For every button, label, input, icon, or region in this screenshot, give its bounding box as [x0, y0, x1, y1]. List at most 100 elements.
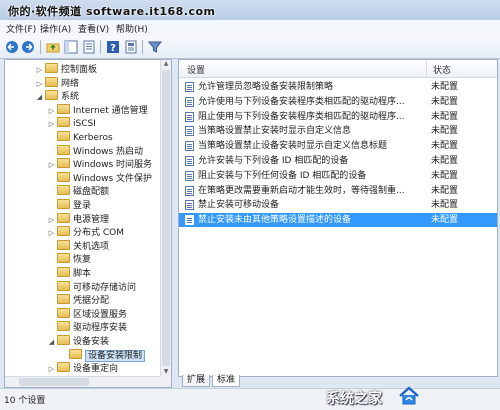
hscroll-thumb[interactable]: [19, 378, 89, 386]
menu-view[interactable]: 查看(V): [78, 22, 109, 35]
folder-up-icon[interactable]: [46, 40, 60, 54]
list-item[interactable]: 禁止安装未由其他策略设置描述的设备 未配置: [179, 213, 497, 228]
tree-item[interactable]: Windows 文件保护: [47, 171, 152, 185]
expanded-arrow-icon[interactable]: ◢: [35, 91, 44, 104]
tree-item[interactable]: ◢ 系统: [35, 90, 79, 103]
tree-item[interactable]: 脚本: [47, 267, 91, 280]
tree-item[interactable]: 驱动程序安装: [47, 321, 127, 334]
collapsed-arrow-icon[interactable]: ▷: [47, 159, 56, 172]
forward-icon[interactable]: [21, 40, 35, 54]
tree-item-label: Kerberos: [73, 133, 113, 143]
properties-icon[interactable]: [124, 40, 138, 54]
list-header: 设置 状态: [179, 60, 497, 78]
tree-horizontal-scrollbar[interactable]: [5, 376, 161, 387]
folder-icon: [57, 307, 70, 318]
tree-item[interactable]: ▷ iSCSI: [47, 117, 96, 130]
svg-text:?: ?: [110, 43, 116, 54]
collapsed-arrow-icon[interactable]: ▷: [47, 363, 56, 376]
tree-item[interactable]: ▷ 分布式 COM: [47, 226, 124, 239]
collapsed-arrow-icon[interactable]: ▷: [35, 78, 44, 91]
policy-state: 未配置: [431, 141, 459, 152]
list-item[interactable]: 当策略设置禁止安装时显示自定义信息 未配置: [179, 124, 497, 138]
tree-item-label: 登录: [73, 201, 92, 211]
tree-item[interactable]: 登录: [47, 199, 91, 212]
list-item[interactable]: 允许管理员忽略设备安装限制策略 未配置: [179, 80, 497, 94]
tree-item[interactable]: 区域设置服务: [47, 307, 127, 321]
tree-item[interactable]: 磁盘配额: [47, 185, 109, 198]
tree-item[interactable]: ◢ 设备安装: [47, 335, 109, 348]
menu-help[interactable]: 帮助(H): [116, 22, 148, 35]
column-header-state[interactable]: 状态: [433, 63, 451, 76]
back-icon[interactable]: [5, 40, 19, 54]
tree-item[interactable]: ▷ 设备重定向: [47, 362, 118, 375]
folder-icon: [57, 253, 70, 264]
tree-item[interactable]: Kerberos: [47, 131, 113, 144]
show-tree-icon[interactable]: [64, 40, 78, 54]
folder-icon: [45, 90, 58, 101]
list-item[interactable]: 禁止安装可移动设备 未配置: [179, 198, 497, 212]
collapsed-arrow-icon[interactable]: ▷: [47, 105, 56, 118]
list-item[interactable]: 当策略设置禁止设备安装时显示自定义信息标题 未配置: [179, 139, 497, 153]
tree-item[interactable]: 关机选项: [47, 239, 109, 253]
status-text: 10 个设置: [4, 396, 46, 406]
tree-item-label: Windows 热启动: [73, 146, 144, 157]
list-item[interactable]: 在策略更改需要重新启动才能生效时，等待强制重... 未配置: [179, 184, 497, 198]
help-icon[interactable]: ?: [106, 40, 120, 54]
title-bar: 你的·软件频道 software.it168.com: [0, 0, 500, 20]
folder-icon: [69, 348, 82, 359]
tree-item-label: 恢复: [73, 255, 92, 266]
folder-icon: [57, 362, 70, 373]
tree-item[interactable]: ▷ Windows 时间服务: [47, 158, 152, 171]
scroll-up-icon[interactable]: ▲: [161, 60, 171, 69]
tree-item[interactable]: Windows 热启动: [47, 144, 144, 158]
list-item[interactable]: 阻止安装与下列任何设备 ID 相匹配的设备 未配置: [179, 169, 497, 183]
tree-item-label: iSCSI: [73, 119, 96, 130]
scroll-thumb[interactable]: [162, 70, 170, 366]
collapsed-arrow-icon[interactable]: ▷: [47, 118, 56, 131]
tab-standard[interactable]: 标准: [212, 375, 241, 387]
collapsed-arrow-icon[interactable]: ▷: [47, 227, 56, 240]
filter-icon[interactable]: [148, 40, 162, 54]
list-item[interactable]: 阻止使用与下列设备安装程序类相匹配的驱动程序... 未配置: [179, 110, 497, 124]
folder-icon: [57, 267, 70, 277]
menu-action[interactable]: 操作(A): [40, 22, 71, 35]
tree-item[interactable]: ▷ 网络: [35, 76, 79, 91]
policy-name: 当策略设置禁止设备安装时显示自定义信息标题: [198, 141, 388, 152]
tree-item[interactable]: 恢复: [47, 253, 91, 266]
folder-icon: [57, 185, 70, 196]
navigation-tree[interactable]: ▷ 控制面板 ▷ 网络 ◢ 系统 ▷ Internet 通信管理 ▷ iSCSI Kerberos W…: [4, 59, 172, 388]
policy-state: 未配置: [431, 126, 459, 137]
export-icon[interactable]: [82, 40, 96, 54]
tree-item-label: 电源管理: [73, 214, 110, 225]
settings-list[interactable]: 设置 状态 允许管理员忽略设备安装限制策略 未配置 允许使用与下列设备安装程序类相匹…: [178, 59, 498, 377]
tree-item[interactable]: 可移动存储访问: [47, 280, 136, 294]
policy-state: 未配置: [431, 111, 459, 122]
policy-state: 未配置: [431, 82, 459, 92]
collapsed-arrow-icon[interactable]: ▷: [47, 214, 56, 227]
folder-icon: [57, 280, 70, 291]
folder-icon: [45, 76, 58, 87]
tree-item[interactable]: 设备安装限制: [59, 348, 146, 362]
tree-vertical-scrollbar[interactable]: ▲ ▼: [160, 60, 171, 387]
tree-item-label: 分布式 COM: [73, 228, 124, 239]
policy-name: 阻止使用与下列设备安装程序类相匹配的驱动程序...: [198, 111, 405, 122]
toolbar: ?: [0, 36, 500, 59]
expanded-arrow-icon[interactable]: ◢: [47, 336, 56, 349]
tree-item-label: 设备重定向: [73, 364, 119, 375]
list-item[interactable]: 允许使用与下列设备安装程序类相匹配的驱动程序... 未配置: [179, 95, 497, 109]
collapsed-arrow-icon[interactable]: ▷: [35, 64, 44, 77]
tree-item-label: 磁盘配额: [73, 187, 110, 198]
list-item[interactable]: 允许安装与下列设备 ID 相匹配的设备 未配置: [179, 154, 497, 168]
tree-item[interactable]: ▷ Internet 通信管理: [47, 103, 148, 118]
folder-icon: [57, 103, 70, 114]
tree-item-label: Internet 通信管理: [73, 105, 148, 116]
folder-icon: [57, 171, 70, 182]
tree-item[interactable]: ▷ 电源管理: [47, 212, 110, 227]
tree-item[interactable]: 凭据分配: [47, 294, 109, 307]
tree-item[interactable]: ▷ 控制面板: [35, 63, 97, 76]
column-header-setting[interactable]: 设置: [187, 63, 205, 76]
tab-extended[interactable]: 扩展: [182, 375, 211, 387]
menu-file[interactable]: 文件(F): [6, 22, 36, 35]
folder-icon: [57, 335, 70, 345]
scroll-down-icon[interactable]: ▼: [161, 368, 171, 377]
